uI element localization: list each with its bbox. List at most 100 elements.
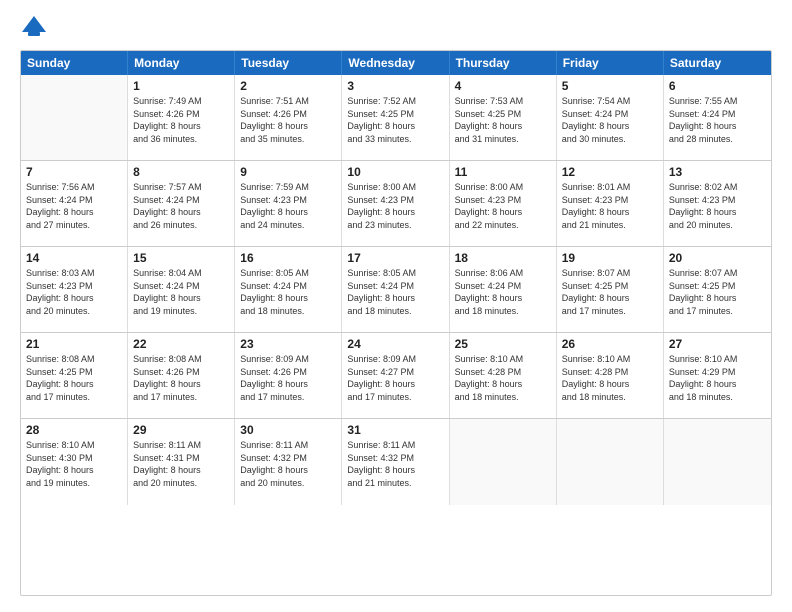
day-info-line: and 33 minutes.	[347, 133, 443, 146]
calendar-header-cell: Sunday	[21, 51, 128, 75]
calendar: SundayMondayTuesdayWednesdayThursdayFrid…	[20, 50, 772, 596]
day-number: 15	[133, 251, 229, 265]
day-info-line: Daylight: 8 hours	[669, 120, 766, 133]
calendar-cell: 1Sunrise: 7:49 AMSunset: 4:26 PMDaylight…	[128, 75, 235, 160]
day-number: 16	[240, 251, 336, 265]
day-info-line: Daylight: 8 hours	[133, 464, 229, 477]
day-info-line: Daylight: 8 hours	[347, 464, 443, 477]
day-info-line: and 17 minutes.	[240, 391, 336, 404]
day-number: 25	[455, 337, 551, 351]
day-info: Sunrise: 8:08 AMSunset: 4:26 PMDaylight:…	[133, 353, 229, 403]
calendar-week: 1Sunrise: 7:49 AMSunset: 4:26 PMDaylight…	[21, 75, 771, 161]
day-info-line: Sunrise: 7:49 AM	[133, 95, 229, 108]
calendar-header-cell: Monday	[128, 51, 235, 75]
day-number: 4	[455, 79, 551, 93]
day-info-line: Sunset: 4:28 PM	[455, 366, 551, 379]
day-info: Sunrise: 8:11 AMSunset: 4:31 PMDaylight:…	[133, 439, 229, 489]
day-number: 7	[26, 165, 122, 179]
day-info-line: and 28 minutes.	[669, 133, 766, 146]
calendar-cell: 5Sunrise: 7:54 AMSunset: 4:24 PMDaylight…	[557, 75, 664, 160]
calendar-week: 14Sunrise: 8:03 AMSunset: 4:23 PMDayligh…	[21, 247, 771, 333]
day-info-line: Sunset: 4:24 PM	[240, 280, 336, 293]
day-number: 30	[240, 423, 336, 437]
day-info-line: Sunset: 4:24 PM	[26, 194, 122, 207]
day-info-line: Sunrise: 7:55 AM	[669, 95, 766, 108]
day-info-line: Sunrise: 8:07 AM	[669, 267, 766, 280]
day-info-line: and 31 minutes.	[455, 133, 551, 146]
day-info-line: Daylight: 8 hours	[26, 292, 122, 305]
day-info-line: Daylight: 8 hours	[669, 378, 766, 391]
day-info-line: and 21 minutes.	[562, 219, 658, 232]
day-info-line: Sunset: 4:25 PM	[347, 108, 443, 121]
day-number: 28	[26, 423, 122, 437]
calendar-header-cell: Saturday	[664, 51, 771, 75]
day-info: Sunrise: 8:10 AMSunset: 4:28 PMDaylight:…	[455, 353, 551, 403]
day-number: 6	[669, 79, 766, 93]
calendar-header-cell: Friday	[557, 51, 664, 75]
day-number: 27	[669, 337, 766, 351]
day-number: 11	[455, 165, 551, 179]
header	[20, 16, 772, 40]
day-number: 17	[347, 251, 443, 265]
day-info-line: Daylight: 8 hours	[26, 378, 122, 391]
day-info: Sunrise: 8:07 AMSunset: 4:25 PMDaylight:…	[669, 267, 766, 317]
day-info-line: Daylight: 8 hours	[26, 464, 122, 477]
day-info-line: Daylight: 8 hours	[133, 206, 229, 219]
calendar-cell: 9Sunrise: 7:59 AMSunset: 4:23 PMDaylight…	[235, 161, 342, 246]
day-info-line: Sunset: 4:24 PM	[347, 280, 443, 293]
calendar-cell: 6 Sunrise: 7:55 AMSunset: 4:24 PMDaylight…	[664, 75, 771, 160]
calendar-cell: 7Sunrise: 7:56 AMSunset: 4:24 PMDaylight…	[21, 161, 128, 246]
day-info-line: Sunrise: 8:10 AM	[669, 353, 766, 366]
calendar-cell: 26Sunrise: 8:10 AMSunset: 4:28 PMDayligh…	[557, 333, 664, 418]
day-info: Sunrise: 8:00 AMSunset: 4:23 PMDaylight:…	[455, 181, 551, 231]
day-info-line: Sunrise: 8:05 AM	[240, 267, 336, 280]
day-info: Sunrise: 8:04 AMSunset: 4:24 PMDaylight:…	[133, 267, 229, 317]
day-info-line: Daylight: 8 hours	[455, 378, 551, 391]
day-info: Sunrise: 8:02 AMSunset: 4:23 PMDaylight:…	[669, 181, 766, 231]
day-number: 29	[133, 423, 229, 437]
day-info-line: Sunrise: 8:09 AM	[347, 353, 443, 366]
day-info: Sunrise: 7:53 AMSunset: 4:25 PMDaylight:…	[455, 95, 551, 145]
calendar-cell: 27Sunrise: 8:10 AMSunset: 4:29 PMDayligh…	[664, 333, 771, 418]
day-info: Sunrise: 7:49 AMSunset: 4:26 PMDaylight:…	[133, 95, 229, 145]
day-info-line: Sunrise: 8:06 AM	[455, 267, 551, 280]
day-info-line: Daylight: 8 hours	[455, 292, 551, 305]
day-info: Sunrise: 8:03 AMSunset: 4:23 PMDaylight:…	[26, 267, 122, 317]
day-info-line: Sunset: 4:23 PM	[669, 194, 766, 207]
day-number: 20	[669, 251, 766, 265]
day-info-line: Daylight: 8 hours	[455, 206, 551, 219]
calendar-body: 1Sunrise: 7:49 AMSunset: 4:26 PMDaylight…	[21, 75, 771, 505]
calendar-cell: 20 Sunrise: 8:07 AMSunset: 4:25 PMDayligh…	[664, 247, 771, 332]
calendar-cell: 2Sunrise: 7:51 AMSunset: 4:26 PMDaylight…	[235, 75, 342, 160]
day-info-line: Sunset: 4:24 PM	[669, 108, 766, 121]
day-info-line: and 35 minutes.	[240, 133, 336, 146]
day-info: Sunrise: 8:00 AMSunset: 4:23 PMDaylight:…	[347, 181, 443, 231]
calendar-cell: 21Sunrise: 8:08 AMSunset: 4:25 PMDayligh…	[21, 333, 128, 418]
page: SundayMondayTuesdayWednesdayThursdayFrid…	[0, 0, 792, 612]
day-info-line: and 24 minutes.	[240, 219, 336, 232]
day-info-line: Daylight: 8 hours	[347, 120, 443, 133]
day-info-line: and 17 minutes.	[26, 391, 122, 404]
day-info: Sunrise: 8:10 AMSunset: 4:28 PMDaylight:…	[562, 353, 658, 403]
day-info-line: Sunset: 4:25 PM	[562, 280, 658, 293]
day-number: 13	[669, 165, 766, 179]
day-info-line: Sunset: 4:32 PM	[240, 452, 336, 465]
day-number: 24	[347, 337, 443, 351]
day-info-line: Sunrise: 8:08 AM	[26, 353, 122, 366]
day-info-line: and 23 minutes.	[347, 219, 443, 232]
day-info-line: and 27 minutes.	[26, 219, 122, 232]
calendar-cell	[557, 419, 664, 505]
logo-icon	[20, 12, 48, 40]
day-info-line: and 18 minutes.	[669, 391, 766, 404]
day-info: Sunrise: 8:08 AMSunset: 4:25 PMDaylight:…	[26, 353, 122, 403]
day-info-line: Daylight: 8 hours	[562, 120, 658, 133]
day-info-line: and 30 minutes.	[562, 133, 658, 146]
day-info-line: and 18 minutes.	[562, 391, 658, 404]
day-number: 10	[347, 165, 443, 179]
day-info-line: Sunset: 4:25 PM	[26, 366, 122, 379]
day-info-line: and 17 minutes.	[133, 391, 229, 404]
day-info: Sunrise: 8:11 AMSunset: 4:32 PMDaylight:…	[240, 439, 336, 489]
calendar-cell: 17Sunrise: 8:05 AMSunset: 4:24 PMDayligh…	[342, 247, 449, 332]
day-info-line: Sunrise: 8:05 AM	[347, 267, 443, 280]
day-info-line: Sunrise: 8:00 AM	[347, 181, 443, 194]
